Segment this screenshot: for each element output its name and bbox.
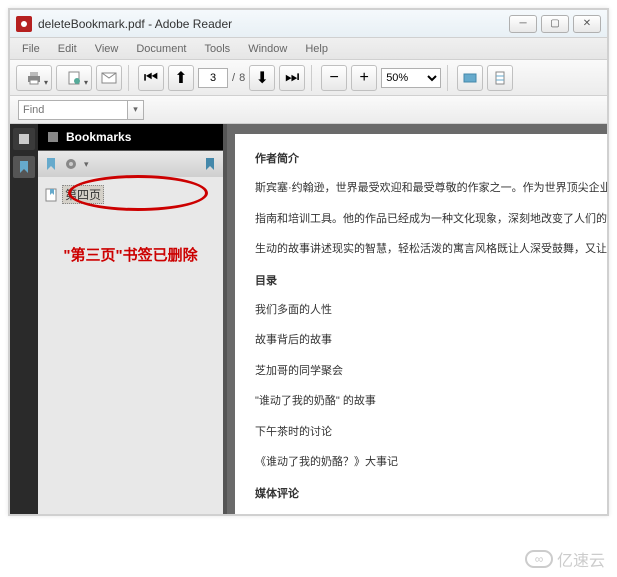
print-button[interactable] xyxy=(16,65,52,91)
bookmarks-toolbar: ▾ xyxy=(38,151,223,177)
tab-pages[interactable] xyxy=(13,128,35,150)
bookmark-item[interactable]: 第四页 xyxy=(44,183,217,206)
menu-edit[interactable]: Edit xyxy=(50,41,85,57)
up-icon: ⬆ xyxy=(174,68,187,88)
doc-text: "谁动了我的奶酪" 的故事 xyxy=(255,393,587,410)
document-area[interactable]: 作者简介 斯宾塞·约翰逊，世界最受欢迎和最受尊敬的作家之一。作为世界顶尖企业和知… xyxy=(227,124,607,514)
zoom-out-button[interactable]: − xyxy=(321,65,347,91)
document-page: 作者简介 斯宾塞·约翰逊，世界最受欢迎和最受尊敬的作家之一。作为世界顶尖企业和知… xyxy=(235,134,607,514)
toolbar-separator xyxy=(447,65,451,91)
watermark: 亿速云 xyxy=(525,547,605,571)
window-buttons: ─ ▢ ✕ xyxy=(509,15,601,33)
pdf-icon xyxy=(16,16,32,32)
doc-text: 生动的故事讲述现实的智慧，轻松活泼的寓言风格既让人深受鼓舞，又让人 xyxy=(255,241,587,258)
doc-heading-author: 作者简介 xyxy=(255,150,587,166)
save-button[interactable] xyxy=(56,65,92,91)
page-prev-button[interactable]: ⬆ xyxy=(168,65,194,91)
toolbar: ⏮ ⬆ / 8 ⬇ ⏭ − + 50% xyxy=(10,60,607,96)
minimize-button[interactable]: ─ xyxy=(509,15,537,33)
page-first-button[interactable]: ⏮ xyxy=(138,65,164,91)
doc-text: 《谁动了我的奶酪？》大事记 xyxy=(255,454,587,471)
options-dropdown-icon[interactable]: ▾ xyxy=(84,159,89,170)
toolbar-separator xyxy=(311,65,315,91)
doc-text: 下午茶时的讨论 xyxy=(255,424,587,441)
bookmark-flag-icon[interactable] xyxy=(203,157,217,171)
watermark-text: 亿速云 xyxy=(557,547,605,571)
doc-text: 斯宾塞·约翰逊，世界最受欢迎和最受尊敬的作家之一。作为世界顶尖企业和知名组织广泛… xyxy=(255,180,587,197)
bookmarks-title: Bookmarks xyxy=(66,130,131,144)
find-dropdown[interactable]: ▾ xyxy=(128,100,144,120)
close-button[interactable]: ✕ xyxy=(573,15,601,33)
bookmarks-header: Bookmarks xyxy=(38,124,223,151)
options-gear-icon[interactable] xyxy=(64,157,78,171)
page-number-input[interactable] xyxy=(198,68,228,88)
page-sep: / xyxy=(232,72,235,84)
menu-view[interactable]: View xyxy=(87,41,127,57)
doc-text: 芝加哥的同学聚会 xyxy=(255,363,587,380)
mail-icon xyxy=(101,72,117,84)
findbar: ▾ xyxy=(10,96,607,124)
menu-document[interactable]: Document xyxy=(128,41,194,57)
zoom-select[interactable]: 50% xyxy=(381,68,441,88)
minus-icon: − xyxy=(330,69,339,87)
page-bookmark-icon xyxy=(44,188,58,202)
doc-text: 故事背后的故事 xyxy=(255,332,587,349)
workspace: Bookmarks ▾ 第四页 "第三页"书签已删除 作者简介 xyxy=(10,124,607,514)
doc-text: 我们多面的人性 xyxy=(255,302,587,319)
menu-tools[interactable]: Tools xyxy=(197,41,239,57)
page-next-button[interactable]: ⬇ xyxy=(249,65,275,91)
printer-icon xyxy=(26,71,42,85)
doc-heading-toc: 目录 xyxy=(255,272,587,288)
zoom-in-button[interactable]: + xyxy=(351,65,377,91)
bookmarks-panel: Bookmarks ▾ 第四页 "第三页"书签已删除 xyxy=(38,124,223,514)
first-icon: ⏮ xyxy=(144,69,158,87)
fit-width-icon xyxy=(463,71,477,85)
fit-width-button[interactable] xyxy=(457,65,483,91)
menu-file[interactable]: File xyxy=(14,41,48,57)
find-input[interactable] xyxy=(18,100,128,120)
plus-icon: + xyxy=(360,69,369,87)
app-window: deleteBookmark.pdf - Adobe Reader ─ ▢ ✕ … xyxy=(8,8,609,516)
last-icon: ⏭ xyxy=(285,69,299,87)
annotation-text: "第三页"书签已删除 xyxy=(44,244,217,265)
doc-text: 指南和培训工具。他的作品已经成为一种文化现象，深刻地改变了人们的生活。斯宾塞博士… xyxy=(255,211,587,228)
doc-heading-review: 媒体评论 xyxy=(255,485,587,501)
pages-icon xyxy=(17,132,31,146)
menu-window[interactable]: Window xyxy=(240,41,295,57)
titlebar: deleteBookmark.pdf - Adobe Reader ─ ▢ ✕ xyxy=(10,10,607,38)
toolbar-separator xyxy=(128,65,132,91)
fit-page-icon xyxy=(493,71,507,85)
bookmark-icon xyxy=(17,160,31,174)
new-bookmark-icon[interactable] xyxy=(44,157,58,171)
maximize-button[interactable]: ▢ xyxy=(541,15,569,33)
down-icon: ⬇ xyxy=(255,68,268,88)
page-icon xyxy=(67,71,81,85)
menu-help[interactable]: Help xyxy=(297,41,336,57)
menubar: File Edit View Document Tools Window Hel… xyxy=(10,38,607,60)
email-button[interactable] xyxy=(96,65,122,91)
fit-page-button[interactable] xyxy=(487,65,513,91)
window-title: deleteBookmark.pdf - Adobe Reader xyxy=(38,17,509,31)
page-total: 8 xyxy=(239,72,245,84)
tab-bookmarks[interactable] xyxy=(13,156,35,178)
bookmark-label: 第四页 xyxy=(62,185,104,204)
bookmark-icon xyxy=(46,130,60,144)
watermark-logo-icon xyxy=(525,550,553,568)
page-last-button[interactable]: ⏭ xyxy=(279,65,305,91)
bookmarks-tree: 第四页 "第三页"书签已删除 xyxy=(38,177,223,514)
sidebar-tabs xyxy=(10,124,38,514)
